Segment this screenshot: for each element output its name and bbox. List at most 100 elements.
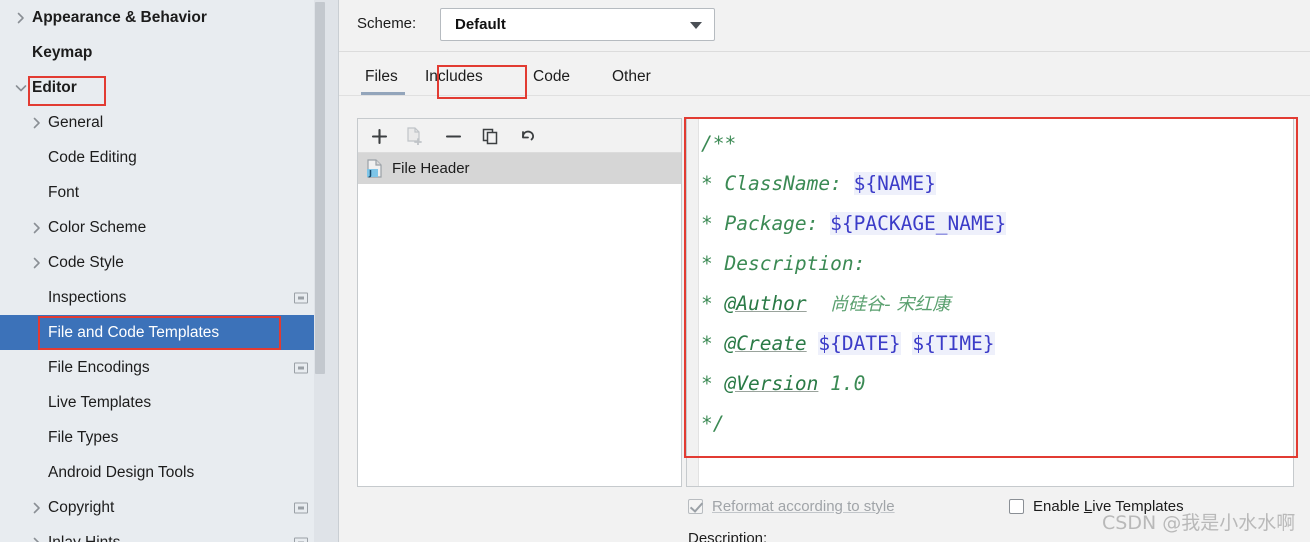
template-variable: ${NAME}: [853, 172, 936, 195]
sidebar-item-label: Appearance & Behavior: [32, 8, 207, 26]
sidebar-item-live-templates[interactable]: Live Templates: [0, 385, 326, 420]
sidebar-item-general[interactable]: General: [0, 105, 326, 140]
sidebar-item-font[interactable]: Font: [0, 175, 326, 210]
code-line: * @Version 1.0: [701, 364, 1006, 404]
list-item-label: File Header: [392, 160, 470, 177]
scheme-bar: Scheme: Default: [339, 0, 1310, 52]
code-text: /**: [701, 132, 737, 155]
tab-includes[interactable]: Includes: [417, 58, 491, 96]
revert-icon[interactable]: [515, 124, 541, 148]
code-text: * ClassName:: [701, 172, 854, 195]
template-variable: ${TIME}: [912, 332, 995, 355]
chevron-down-icon[interactable]: [10, 83, 32, 93]
code-text: *: [701, 332, 725, 355]
template-list-panel[interactable]: J File Header: [357, 118, 682, 487]
template-variable: ${PACKAGE_NAME}: [830, 212, 1007, 235]
sidebar-item-label: Font: [48, 183, 80, 201]
sidebar-item-label: Color Scheme: [48, 218, 147, 236]
sidebar-item-label: File Encodings: [48, 358, 150, 376]
tab-label: Files: [365, 68, 398, 85]
svg-text:J: J: [368, 169, 372, 178]
javadoc-tag: @Author: [724, 292, 807, 315]
project-scope-icon: [294, 502, 308, 513]
sidebar-item-appearance-behavior[interactable]: Appearance & Behavior: [0, 0, 326, 35]
project-scope-icon: [294, 537, 308, 542]
chevron-right-icon[interactable]: [10, 12, 32, 24]
code-text: *: [701, 372, 725, 395]
settings-dialog: Appearance & Behavior Keymap Editor General…: [0, 0, 1310, 542]
sidebar-item-label: Inspections: [48, 288, 127, 306]
add-file-icon: [402, 124, 428, 148]
sidebar-item-file-and-code-templates[interactable]: File and Code Templates: [0, 315, 326, 350]
scheme-selected-value: Default: [455, 16, 506, 33]
sidebar-item-label: General: [48, 113, 104, 131]
settings-sidebar[interactable]: Appearance & Behavior Keymap Editor General…: [0, 0, 326, 542]
editor-gutter: [687, 119, 699, 486]
chevron-right-icon[interactable]: [26, 257, 48, 269]
sidebar-scrollbar-track[interactable]: [314, 0, 326, 542]
project-scope-icon: [294, 292, 308, 303]
template-category-tabs[interactable]: Files Includes Code Other: [339, 58, 1310, 98]
checkbox-box[interactable]: [688, 499, 703, 514]
settings-main-pane: Scheme: Default Files Includes Code Other J: [339, 0, 1310, 542]
tab-other[interactable]: Other: [604, 58, 659, 96]
sidebar-item-inspections[interactable]: Inspections: [0, 280, 326, 315]
editor-code-content[interactable]: /** * ClassName: ${NAME} * Package: ${PACK…: [701, 124, 1007, 444]
tab-label: Other: [612, 68, 651, 85]
code-line: */: [701, 404, 1006, 444]
csdn-watermark: CSDN @我是小水水啊: [1102, 512, 1296, 534]
tab-files[interactable]: Files: [357, 58, 406, 96]
code-line: * @Author 尚硅谷- 宋红康: [701, 284, 1006, 324]
settings-tree[interactable]: Appearance & Behavior Keymap Editor General…: [0, 0, 326, 542]
chevron-right-icon[interactable]: [26, 502, 48, 514]
code-text: *: [701, 292, 725, 315]
code-line: /**: [701, 124, 1006, 164]
sidebar-item-label: Android Design Tools: [48, 463, 195, 481]
code-text: * Description:: [701, 252, 866, 275]
sidebar-item-editor[interactable]: Editor: [0, 70, 326, 105]
sidebar-item-label: Inlay Hints: [48, 533, 121, 542]
chevron-right-icon[interactable]: [26, 222, 48, 234]
sidebar-item-android-design-tools[interactable]: Android Design Tools: [0, 455, 326, 490]
scheme-label: Scheme:: [357, 15, 417, 32]
chevron-right-icon[interactable]: [26, 117, 48, 129]
sidebar-item-label: Live Templates: [48, 393, 152, 411]
sidebar-item-code-editing[interactable]: Code Editing: [0, 140, 326, 175]
sidebar-item-label: Keymap: [32, 43, 93, 61]
code-text: 尚硅谷- 宋红康: [830, 294, 951, 315]
reformat-according-to-style-checkbox[interactable]: Reformat according to style: [688, 498, 895, 515]
copy-icon[interactable]: [477, 124, 503, 148]
sidebar-item-code-style[interactable]: Code Style: [0, 245, 326, 280]
code-line: * @Create ${DATE} ${TIME}: [701, 324, 1006, 364]
code-line: * ClassName: ${NAME}: [701, 164, 1006, 204]
template-code-editor[interactable]: /** * ClassName: ${NAME} * Package: ${PACK…: [686, 118, 1294, 487]
java-file-icon: J: [366, 159, 383, 178]
sidebar-item-inlay-hints[interactable]: Inlay Hints: [0, 525, 326, 542]
code-line: * Description:: [701, 244, 1006, 284]
tab-label: Code: [533, 68, 571, 85]
sidebar-item-file-types[interactable]: File Types: [0, 420, 326, 455]
scheme-dropdown[interactable]: Default: [440, 8, 715, 41]
list-item[interactable]: J File Header: [358, 153, 681, 184]
sidebar-item-file-encodings[interactable]: File Encodings: [0, 350, 326, 385]
sidebar-item-label: Editor: [32, 78, 77, 96]
add-icon[interactable]: [366, 124, 392, 148]
sidebar-item-copyright[interactable]: Copyright: [0, 490, 326, 525]
sidebar-item-color-scheme[interactable]: Color Scheme: [0, 210, 326, 245]
template-variable: ${DATE}: [818, 332, 901, 355]
sidebar-item-label: File and Code Templates: [48, 323, 220, 341]
sidebar-item-keymap[interactable]: Keymap: [0, 35, 326, 70]
sidebar-scrollbar-thumb[interactable]: [315, 2, 325, 374]
chevron-right-icon[interactable]: [26, 537, 48, 542]
sidebar-item-label: File Types: [48, 428, 119, 446]
code-line: * Package: ${PACKAGE_NAME}: [701, 204, 1007, 244]
remove-icon[interactable]: [440, 124, 466, 148]
javadoc-tag: @Version: [724, 372, 819, 395]
checkbox-box[interactable]: [1009, 499, 1024, 514]
code-text: 1.0: [818, 372, 866, 395]
template-list-toolbar[interactable]: [358, 119, 681, 153]
tab-code[interactable]: Code: [525, 58, 578, 96]
